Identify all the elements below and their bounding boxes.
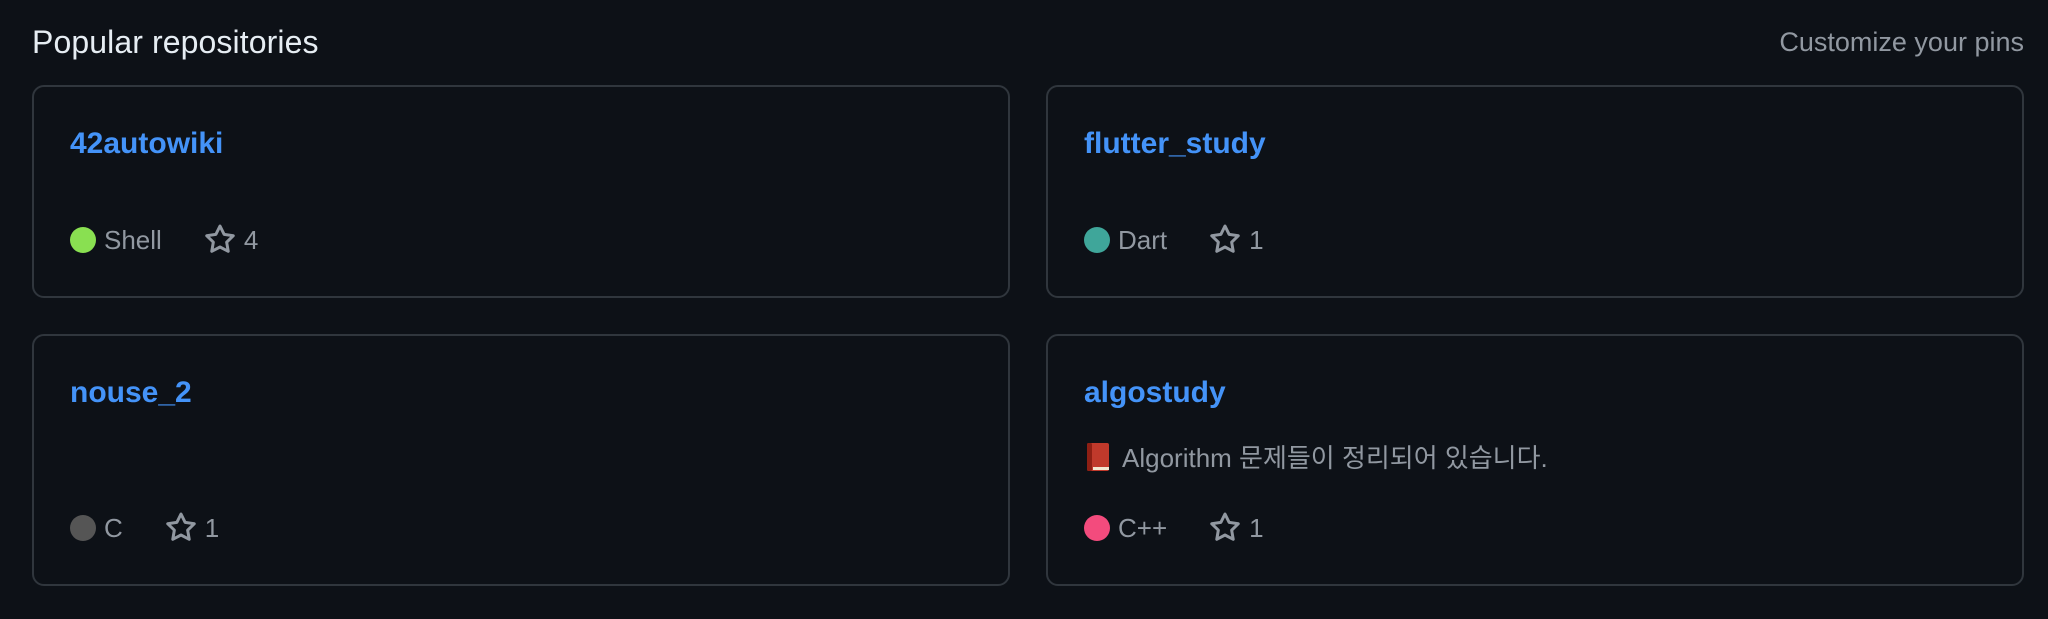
repo-meta: Shell 4: [70, 224, 258, 256]
star-count: 1: [1249, 224, 1264, 255]
repo-card: algostudy Algorithm 문제들이 정리되어 있습니다. C++ …: [1046, 334, 2024, 586]
language-label: C: [104, 512, 123, 543]
language-color-dot: [1084, 227, 1110, 253]
repo-name-link[interactable]: nouse_2: [70, 376, 192, 410]
section-title: Popular repositories: [32, 23, 319, 60]
star-icon: [1210, 512, 1240, 541]
repo-card: nouse_2 C 1: [32, 334, 1010, 586]
stargazers-link[interactable]: 1: [165, 512, 219, 544]
repo-name-link[interactable]: flutter_study: [1084, 127, 1266, 161]
customize-pins-link[interactable]: Customize your pins: [1779, 27, 2024, 58]
star-count: 1: [204, 512, 220, 543]
language-color-dot: [1084, 515, 1110, 541]
star-icon: [165, 512, 196, 541]
section-header: Popular repositories Customize your pins: [32, 18, 2024, 66]
language-color-dot: [70, 227, 96, 253]
star-icon: [205, 224, 235, 253]
pinned-repos-grid: 42autowiki Shell 4 flutter_study Dart 1 …: [32, 85, 2024, 586]
repo-card: 42autowiki Shell 4: [32, 85, 1010, 298]
stargazers-link[interactable]: 4: [204, 224, 258, 256]
star-count: 1: [1249, 512, 1264, 543]
language-label: C++: [1118, 512, 1168, 543]
red-book-icon: [1087, 442, 1109, 471]
repo-name-link[interactable]: 42autowiki: [70, 127, 223, 161]
repo-meta: C 1: [70, 512, 219, 544]
language-label: Dart: [1118, 224, 1168, 255]
star-count: 4: [243, 224, 259, 255]
repo-language: Shell: [70, 225, 162, 256]
repo-description: Algorithm 문제들이 정리되어 있습니다.: [1084, 438, 1548, 475]
repo-language: C++: [1084, 513, 1167, 544]
repo-language: Dart: [1084, 225, 1167, 256]
stargazers-link[interactable]: 1: [1209, 512, 1264, 544]
star-icon: [1210, 224, 1240, 253]
repo-language: C: [70, 513, 123, 544]
repo-card: flutter_study Dart 1: [1046, 85, 2024, 298]
repo-meta: Dart 1: [1084, 224, 1264, 256]
repo-name-link[interactable]: algostudy: [1084, 376, 1226, 410]
language-color-dot: [70, 515, 96, 541]
language-label: Shell: [104, 224, 162, 255]
repo-meta: C++ 1: [1084, 512, 1264, 544]
stargazers-link[interactable]: 1: [1209, 224, 1264, 256]
repo-description-text: Algorithm 문제들이 정리되어 있습니다.: [1122, 443, 1548, 473]
